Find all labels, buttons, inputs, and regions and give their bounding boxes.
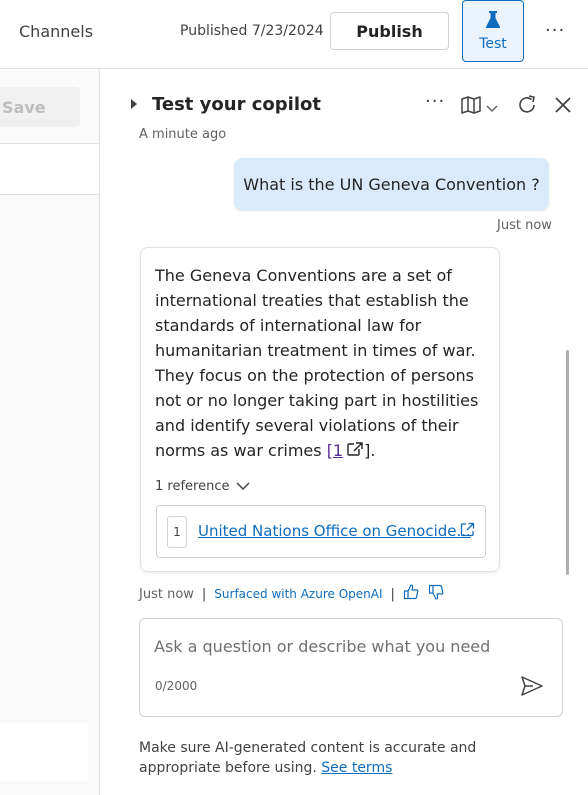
top-bar: Channels Published 7/23/2024 Publish Tes… (0, 0, 588, 69)
left-row (0, 144, 99, 194)
separator: | (390, 586, 395, 602)
test-button[interactable]: Test (462, 0, 524, 62)
chat-scrollbar[interactable] (566, 350, 569, 575)
citation-link[interactable]: [1 (327, 441, 364, 460)
left-block (0, 723, 88, 781)
ai-disclaimer: Make sure AI-generated content is accura… (139, 738, 559, 778)
publish-button[interactable]: Publish (330, 12, 449, 50)
message-timestamp: A minute ago (139, 127, 227, 142)
thumbs-up-icon[interactable] (403, 584, 419, 604)
reference-count: 1 reference (155, 479, 230, 494)
channels-tab[interactable]: Channels (19, 22, 93, 41)
external-link-icon[interactable] (460, 522, 475, 541)
message-timestamp: Just now (497, 218, 552, 233)
disclaimer-text: Make sure AI-generated content is accura… (139, 740, 477, 776)
divider (0, 194, 100, 195)
see-terms-link[interactable]: See terms (321, 760, 392, 776)
more-options-icon[interactable]: ··· (545, 20, 565, 41)
chevron-down-icon (236, 482, 251, 491)
external-link-icon (347, 442, 363, 456)
chat-input-box: 0/2000 (139, 618, 563, 717)
citation-label: [1 (326, 441, 344, 460)
reference-toggle[interactable]: 1 reference (155, 479, 251, 494)
separator: | (201, 586, 207, 602)
map-icon[interactable] (461, 96, 481, 118)
azure-openai-label: Surfaced with Azure OpenAI (214, 587, 383, 601)
panel-title: Test your copilot (152, 94, 321, 115)
character-count: 0/2000 (155, 679, 198, 693)
reference-link[interactable]: United Nations Office on Genocide... (198, 522, 471, 540)
bot-message-card: The Geneva Conventions are a set of inte… (140, 247, 500, 572)
message-meta: Just now | Surfaced with Azure OpenAI | (139, 584, 444, 604)
reference-card[interactable]: 1 United Nations Office on Genocide... (156, 505, 486, 558)
chat-input[interactable] (154, 637, 534, 656)
thumbs-down-icon[interactable] (428, 584, 444, 604)
left-panel: Save (0, 69, 100, 795)
close-icon[interactable] (554, 96, 572, 118)
refresh-icon[interactable] (516, 94, 538, 120)
chevron-down-icon[interactable] (486, 98, 498, 117)
citation-close: ]. (364, 441, 376, 460)
expand-caret-icon[interactable] (131, 99, 137, 109)
flask-icon (485, 10, 501, 33)
user-message: What is the UN Geneva Convention ? (234, 158, 549, 210)
published-status: Published 7/23/2024 (180, 23, 324, 39)
bot-message-text: The Geneva Conventions are a set of inte… (155, 266, 479, 460)
more-options-icon[interactable]: ··· (425, 91, 445, 112)
test-panel-header: Test your copilot ··· (101, 69, 588, 131)
message-timestamp: Just now (139, 586, 194, 602)
save-button[interactable]: Save (0, 87, 80, 127)
send-icon[interactable] (520, 675, 544, 701)
reference-number: 1 (167, 516, 187, 548)
bot-message: The Geneva Conventions are a set of inte… (155, 263, 490, 463)
test-button-label: Test (479, 35, 507, 52)
